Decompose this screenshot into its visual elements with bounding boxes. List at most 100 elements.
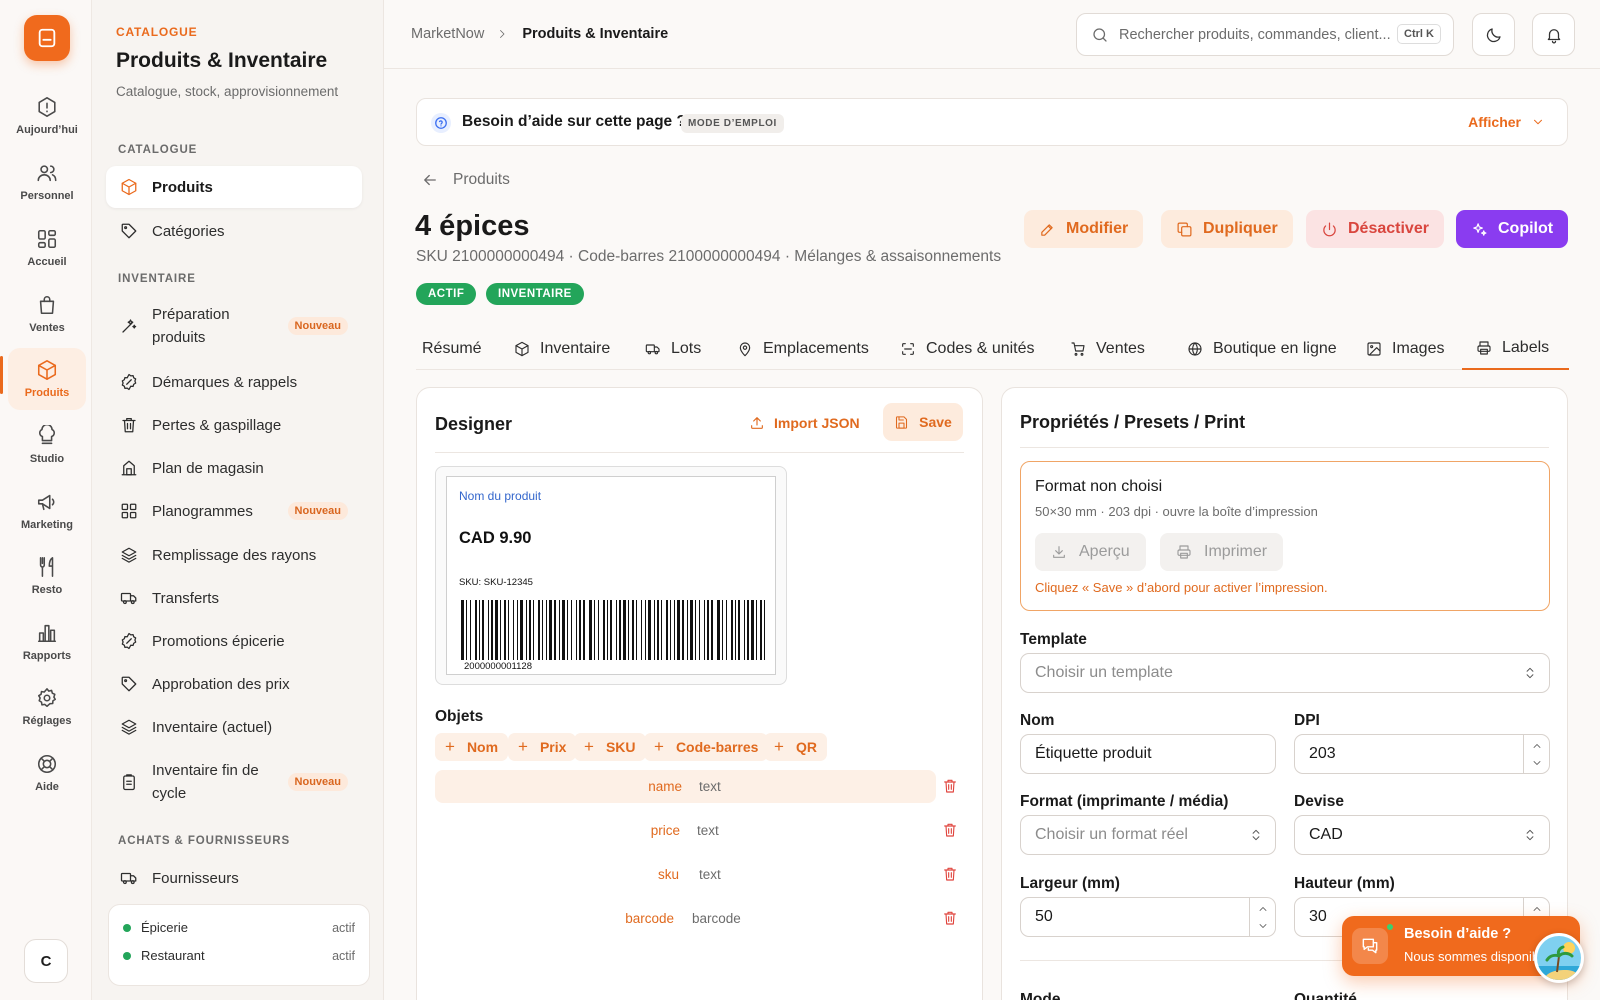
preview-button[interactable]: Aperçu [1035, 533, 1146, 571]
format-select[interactable]: Choisir un format réel [1020, 815, 1276, 855]
add-price-chip[interactable]: + Prix [508, 733, 577, 761]
notifications-button[interactable] [1532, 13, 1575, 56]
rail-sales[interactable]: Ventes [8, 283, 86, 345]
width-stepper[interactable] [1249, 898, 1275, 936]
currency-select[interactable]: CAD [1294, 815, 1550, 855]
section-achats: ACHATS & FOURNISSEURS [118, 835, 291, 847]
rail-staff[interactable]: Personnel [8, 151, 86, 213]
object-row[interactable]: barcode barcode [435, 902, 936, 935]
rail-label: Accueil [27, 256, 67, 268]
rail-today[interactable]: Aujourd’hui [8, 85, 86, 147]
add-qr-chip[interactable]: + QR [764, 733, 827, 761]
sidebar-item-remplissage[interactable]: Remplissage des rayons [106, 534, 362, 576]
label-product-name[interactable]: Nom du produit [459, 489, 541, 503]
sidebar-item-demarques[interactable]: Démarques & rappels [106, 361, 362, 403]
sidebar-item-promotions[interactable]: Promotions épicerie [106, 620, 362, 662]
sidebar-item-pertes[interactable]: Pertes & gaspillage [106, 404, 362, 446]
print-button[interactable]: Imprimer [1160, 533, 1284, 571]
search-input[interactable]: Rechercher produits, commandes, client..… [1119, 27, 1391, 43]
chevron-down-icon[interactable] [1531, 757, 1543, 769]
rail-products[interactable]: Produits [8, 348, 86, 410]
sidebar-item-label: Préparation produits [152, 306, 230, 346]
cart-icon [1071, 342, 1085, 356]
global-search[interactable]: Rechercher produits, commandes, client..… [1076, 13, 1454, 56]
back-link[interactable]: Produits [421, 171, 510, 189]
deactivate-button[interactable]: Désactiver [1306, 210, 1444, 248]
add-name-chip[interactable]: + Nom [435, 733, 509, 761]
tab-images[interactable]: Images [1359, 328, 1451, 370]
tab-labels[interactable]: Labels [1462, 328, 1569, 370]
import-json-button[interactable]: Import JSON [749, 415, 860, 431]
copilot-button[interactable]: Copilot [1456, 210, 1569, 248]
edit-button[interactable]: Modifier [1024, 210, 1144, 248]
tab-lots[interactable]: Lots [638, 328, 708, 370]
sidebar-item-inventaire-actuel[interactable]: Inventaire (actuel) [106, 706, 362, 748]
status-row-epicerie[interactable]: Épicerie actif [123, 920, 355, 935]
chevron-up-icon[interactable] [1531, 903, 1543, 915]
chevron-up-icon[interactable] [1531, 740, 1543, 752]
format-subtitle: 50×30 mm · 203 dpi · ouvre la boîte d’im… [1035, 504, 1318, 519]
width-input[interactable]: 50 [1020, 897, 1276, 937]
object-row[interactable]: price text [435, 814, 936, 847]
tab-resume[interactable]: Résumé [415, 328, 489, 370]
sidebar-item-produits[interactable]: Produits [106, 166, 362, 208]
save-button[interactable]: Save [883, 403, 963, 441]
object-row[interactable]: name text [435, 770, 936, 803]
trash-icon[interactable] [942, 910, 958, 926]
label-canvas[interactable]: Nom du produit CAD 9.90 SKU: SKU-12345 2… [435, 466, 787, 685]
trash-icon[interactable] [942, 778, 958, 794]
sidebar-item-approbation[interactable]: Approbation des prix [106, 663, 362, 705]
dpi-input[interactable]: 203 [1294, 734, 1550, 774]
properties-card: Propriétés / Presets / Print Format non … [1001, 387, 1568, 1000]
tab-boutique[interactable]: Boutique en ligne [1180, 328, 1344, 370]
rail-label: Aide [35, 781, 59, 793]
support-avatar[interactable] [1534, 933, 1584, 983]
help-toggle[interactable]: Afficher [1468, 114, 1545, 130]
chevron-updown-icon [1526, 667, 1534, 679]
breadcrumb-root[interactable]: MarketNow [411, 26, 484, 42]
trash-icon[interactable] [942, 822, 958, 838]
name-label: Nom [1020, 712, 1055, 729]
object-row[interactable]: sku text [435, 858, 936, 891]
label-barcode[interactable] [461, 600, 765, 666]
rail-studio[interactable]: Studio [8, 414, 86, 476]
name-input[interactable]: Étiquette produit [1020, 734, 1276, 774]
label-sku[interactable]: SKU: SKU-12345 [459, 577, 533, 588]
status-row-restaurant[interactable]: Restaurant actif [123, 948, 355, 963]
trash-icon[interactable] [942, 866, 958, 882]
theme-toggle-button[interactable] [1472, 13, 1515, 56]
sidebar-item-preparation[interactable]: Préparation produits Nouveau [106, 302, 362, 350]
object-key: sku [657, 867, 679, 882]
label-price[interactable]: CAD 9.90 [459, 529, 531, 548]
sidebar-item-inventaire-fin-cycle[interactable]: Inventaire fin de cycle Nouveau [106, 758, 362, 806]
sidebar-item-planogrammes[interactable]: Planogrammes Nouveau [106, 490, 362, 532]
chevron-down-icon[interactable] [1257, 920, 1269, 932]
sidebar-item-fournisseurs[interactable]: Fournisseurs [106, 857, 362, 899]
discount-badge-icon [121, 632, 137, 650]
rail-resto[interactable]: Resto [8, 545, 86, 607]
sidebar-item-categories[interactable]: Catégories [106, 210, 362, 252]
section-inventaire: INVENTAIRE [118, 273, 196, 285]
rail-marketing[interactable]: Marketing [8, 480, 86, 542]
sidebar-item-plan[interactable]: Plan de magasin [106, 447, 362, 489]
template-select[interactable]: Choisir un template [1020, 653, 1550, 693]
app-logo[interactable] [24, 15, 70, 61]
help-banner[interactable]: Besoin d’aide sur cette page ? MODE D’EM… [416, 98, 1568, 146]
rail-help[interactable]: Aide [8, 742, 86, 804]
tab-emplacements[interactable]: Emplacements [730, 328, 876, 370]
tab-inventaire[interactable]: Inventaire [507, 328, 617, 370]
label-barcode-number: 2000000001128 [463, 661, 533, 672]
sidebar-item-transferts[interactable]: Transferts [106, 577, 362, 619]
tab-codes[interactable]: Codes & unités [893, 328, 1042, 370]
add-barcode-chip[interactable]: + Code-barres [644, 733, 769, 761]
dpi-stepper[interactable] [1523, 735, 1549, 773]
tab-ventes[interactable]: Ventes [1063, 328, 1152, 370]
add-sku-chip[interactable]: + SKU [574, 733, 646, 761]
duplicate-button[interactable]: Dupliquer [1161, 210, 1293, 248]
rail-settings[interactable]: Réglages [8, 676, 86, 738]
rail-home[interactable]: Accueil [8, 217, 86, 279]
user-avatar[interactable]: C [24, 939, 68, 983]
chevron-up-icon[interactable] [1257, 903, 1269, 915]
rail-reports[interactable]: Rapports [8, 611, 86, 673]
icon-rail: Aujourd’hui Personnel Accueil Ventes Pro… [0, 0, 92, 1000]
